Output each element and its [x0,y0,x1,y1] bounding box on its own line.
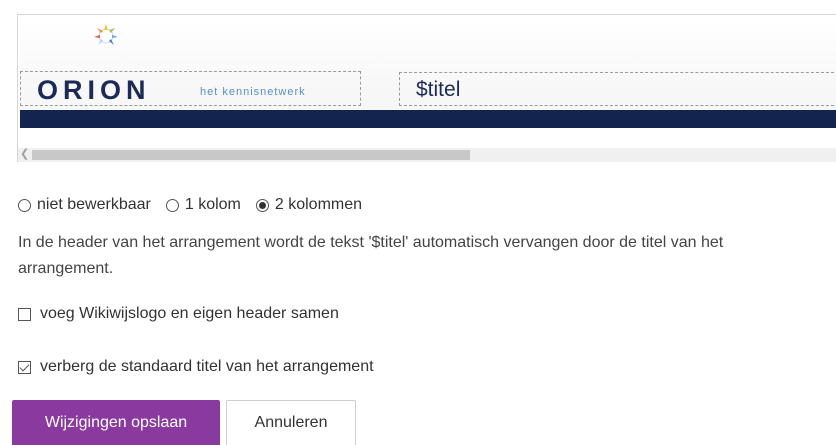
logo-wordmark: ORION [37,75,151,105]
radio-1-kolom[interactable] [165,198,179,212]
info-text: In de header van het arrangement wordt d… [18,234,724,277]
radio-label: niet bewerkbaar [37,196,151,213]
title-placeholder: $titel [416,78,461,101]
hide-title-checkbox[interactable] [18,360,31,374]
scroll-left-arrow-icon[interactable]: ❮ [20,147,29,160]
orion-logo-icon [94,24,118,45]
header-navy-bar [20,110,836,128]
radio-2-kolommen[interactable] [255,198,269,212]
scrollbar-thumb[interactable] [32,150,470,160]
merge-logo-option: voeg Wikiwijslogo en eigen header samen [18,305,339,323]
save-button[interactable]: Wijzigingen opslaan [12,400,220,445]
cancel-button[interactable]: Annuleren [226,400,356,445]
logo-tagline: het kennisnetwerk [200,86,306,98]
checkbox-label: verberg de standaard titel van het arran… [40,358,374,375]
title-frame[interactable] [399,72,836,106]
merge-logo-checkbox[interactable] [18,307,31,321]
radio-niet-bewerkbaar[interactable] [18,198,31,212]
header-banner-preview: ORION het kennisnetwerk $titel [20,20,836,114]
layout-radio-group: niet bewerkbaar 1 kolom 2 kolommen [18,196,377,214]
horizontal-scrollbar[interactable]: ❮ [18,148,836,162]
radio-label: 1 kolom [184,196,241,213]
radio-label: 2 kolommen [274,196,363,213]
checkbox-label: voeg Wikiwijslogo en eigen header samen [40,305,339,322]
hide-title-option: verberg de standaard titel van het arran… [18,358,374,376]
